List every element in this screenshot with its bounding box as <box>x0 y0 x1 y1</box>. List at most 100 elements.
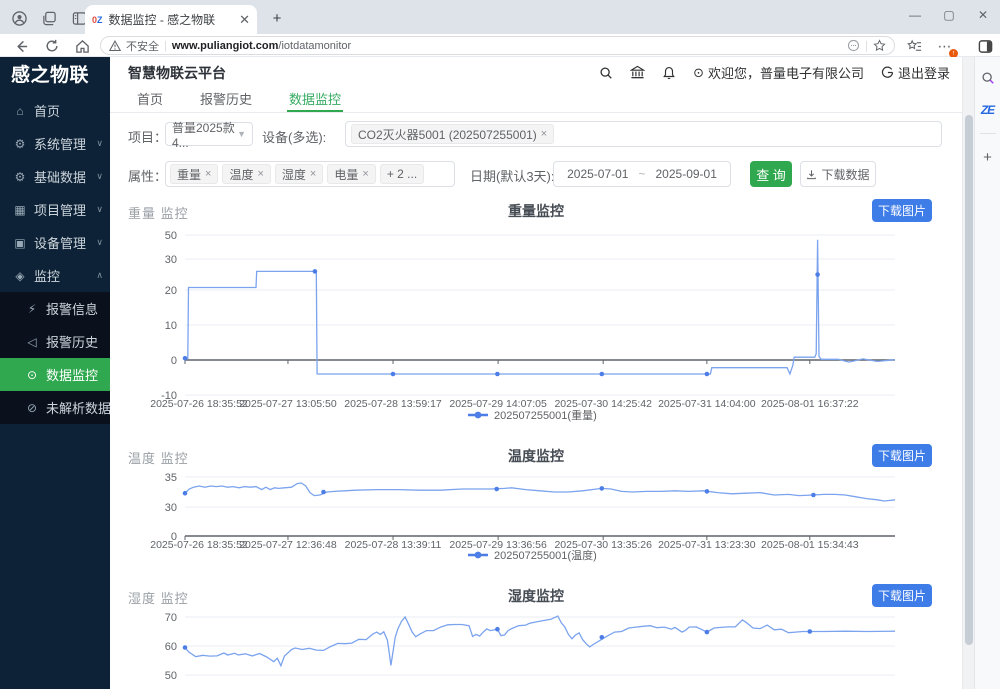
sidebar-item-label: 数据监控 <box>46 365 98 384</box>
chevron-down-icon: ▼ <box>237 129 246 139</box>
sidebar-item-system[interactable]: ⚙系统管理∨ <box>0 127 110 160</box>
home-icon[interactable] <box>73 37 91 55</box>
favorites-bar-icon[interactable] <box>905 37 923 55</box>
bank-icon[interactable] <box>630 65 645 80</box>
address-bar[interactable]: 不安全 | www.puliangiot.com/iotdatamonitor … <box>100 36 895 55</box>
app-sidebar: 感之物联 ⌂首页⚙系统管理∨⚙基础数据∨▦项目管理∨▣设备管理∨◈监控∧⚡报警信… <box>0 57 110 689</box>
page-tabs: 首页 报警历史 数据监控 <box>110 88 962 113</box>
attribute-multiselect[interactable]: 重量×温度×湿度× 电量 × + 2 ... <box>165 161 455 187</box>
sidebar-item-alarm-info[interactable]: ⚡报警信息 <box>0 292 110 325</box>
attribute-tag: 湿度× <box>275 164 323 184</box>
browser-tab[interactable]: 0Z 数据监控 - 感之物联 ✕ <box>85 5 257 34</box>
sidebar-item-unparsed[interactable]: ⊘ 未解析数据 <box>0 391 110 424</box>
svg-text:2025-08-01 15:34:43: 2025-08-01 15:34:43 <box>761 539 859 551</box>
project-select[interactable]: 普量2025款4...▼ <box>165 122 253 146</box>
unparsed-icon: ⊘ <box>25 401 39 415</box>
reader-icon[interactable] <box>847 39 860 52</box>
download-image-button[interactable]: 下载图片 <box>872 199 932 222</box>
window-controls: — ▢ ✕ <box>898 0 1000 30</box>
workspaces-icon[interactable] <box>38 7 60 29</box>
search-icon[interactable] <box>599 66 613 80</box>
temperature-chart[interactable]: 353002025-07-26 18:35:522025-07-27 12:36… <box>120 470 960 565</box>
humidity-chart[interactable]: 706050 <box>120 610 960 689</box>
welcome-user[interactable]: ⊙欢迎您，普量电子有限公司 <box>693 63 864 82</box>
remove-tag-icon[interactable]: × <box>310 168 316 180</box>
svg-text:2025-07-31 13:23:30: 2025-07-31 13:23:30 <box>658 539 756 551</box>
device-label: 设备(多选): <box>262 127 326 146</box>
svg-text:2025-07-28 13:59:17: 2025-07-28 13:59:17 <box>344 398 442 410</box>
sidebar-item-label: 未解析数据 <box>46 398 111 417</box>
security-label: 不安全 <box>126 38 159 54</box>
alarm-icon: ⚡ <box>25 302 39 316</box>
bell-icon[interactable] <box>662 66 676 80</box>
back-icon[interactable] <box>12 37 30 55</box>
window-close-button[interactable]: ✕ <box>966 0 1000 30</box>
browser-menu-icon[interactable]: ⋯ ↑ <box>936 37 954 55</box>
svg-text:35: 35 <box>165 472 177 484</box>
sidebar-item-basedata[interactable]: ⚙基础数据∨ <box>0 160 110 193</box>
download-image-button[interactable]: 下载图片 <box>872 444 932 467</box>
sidebar-item-device[interactable]: ▣设备管理∨ <box>0 226 110 259</box>
sidebar-item-label: 设备管理 <box>34 233 86 252</box>
window-minimize-button[interactable]: — <box>898 0 932 30</box>
svg-text:2025-07-28 13:39:11: 2025-07-28 13:39:11 <box>345 539 442 551</box>
attribute-tag: 温度× <box>222 164 270 184</box>
edge-sidebar-toggle-icon[interactable] <box>976 37 994 55</box>
new-tab-button[interactable]: + <box>266 7 288 29</box>
sidebar-menu: ⌂首页⚙系统管理∨⚙基础数据∨▦项目管理∨▣设备管理∨◈监控∧⚡报警信息◁报警历… <box>0 94 110 424</box>
attribute-tag: 重量× <box>170 164 218 184</box>
chart-title: 重量监控 <box>110 201 962 221</box>
edge-sidebar: ZE + <box>974 57 1000 689</box>
sidebar-item-label: 监控 <box>34 266 60 285</box>
download-image-button[interactable]: 下载图片 <box>872 584 932 607</box>
sidebar-item-label: 基础数据 <box>34 167 86 186</box>
chevron-down-icon: ∨ <box>96 138 103 149</box>
site-favicon: 0Z <box>92 15 103 25</box>
project-label: 项目： <box>128 127 167 146</box>
address-divider: | <box>164 40 167 52</box>
remove-tag-icon[interactable]: × <box>257 168 263 180</box>
sidebar-item-monitor[interactable]: ◈监控∧ <box>0 259 110 292</box>
app-header: 智慧物联云平台 ⊙欢迎您，普量电子有限公司 退出登录 <box>110 57 962 88</box>
warning-icon <box>109 40 121 52</box>
remove-tag-icon[interactable]: × <box>205 168 211 180</box>
sidebar-add-icon[interactable]: + <box>979 148 997 166</box>
sidebar-item-home[interactable]: ⌂首页 <box>0 94 110 127</box>
attribute-tag-label: 电量 <box>334 166 358 183</box>
favorite-star-icon[interactable] <box>873 39 886 52</box>
sidebar-search-icon[interactable] <box>979 69 997 87</box>
tab-home[interactable]: 首页 <box>135 88 165 112</box>
user-circle-icon: ⊙ <box>693 65 704 81</box>
remove-tag-icon[interactable]: × <box>541 128 547 140</box>
browser-profile-icon[interactable] <box>8 7 30 29</box>
svg-text:2025-08-01 16:37:22: 2025-08-01 16:37:22 <box>761 398 859 410</box>
platform-title: 智慧物联云平台 <box>128 63 226 83</box>
chevron-down-icon: ∨ <box>96 171 103 182</box>
temperature-chart-section: 温度 监控 温度监控 下载图片 353002025-07-26 18:35:52… <box>110 443 962 469</box>
sidebar-app-shortcut-icon[interactable]: ZE <box>979 101 997 119</box>
svg-text:10: 10 <box>165 320 177 332</box>
date-range-input[interactable]: 2025-07-01~2025-09-01 <box>553 161 731 187</box>
refresh-icon[interactable] <box>43 37 61 55</box>
speaker-icon: ◁ <box>25 335 39 349</box>
monitor-tag-icon: ◈ <box>13 269 27 283</box>
logout-icon <box>881 66 894 79</box>
svg-text:20: 20 <box>165 285 177 297</box>
page-scrollbar[interactable] <box>962 57 974 689</box>
scrollbar-thumb[interactable] <box>965 115 973 645</box>
sidebar-item-data-monitor[interactable]: ⊙数据监控 <box>0 358 110 391</box>
logout-button[interactable]: 退出登录 <box>881 63 950 82</box>
tab-data-monitor[interactable]: 数据监控 <box>287 88 343 112</box>
attribute-more-tag[interactable]: + 2 ... <box>380 164 424 184</box>
window-maximize-button[interactable]: ▢ <box>932 0 966 30</box>
svg-text:50: 50 <box>165 230 177 242</box>
weight-chart[interactable]: 503020100-102025-07-26 18:35:522025-07-2… <box>120 228 960 428</box>
sidebar-item-alarm-history[interactable]: ◁报警历史 <box>0 325 110 358</box>
device-multiselect[interactable]: CO2灭火器5001 (202507255001)× <box>345 121 942 147</box>
download-data-button[interactable]: 下载数据 <box>800 161 876 187</box>
sidebar-item-project[interactable]: ▦项目管理∨ <box>0 193 110 226</box>
tab-alarm-history[interactable]: 报警历史 <box>198 88 254 112</box>
remove-tag-icon[interactable]: × <box>362 168 368 180</box>
tab-close-icon[interactable]: ✕ <box>239 12 250 28</box>
query-button[interactable]: 查 询 <box>750 161 792 187</box>
